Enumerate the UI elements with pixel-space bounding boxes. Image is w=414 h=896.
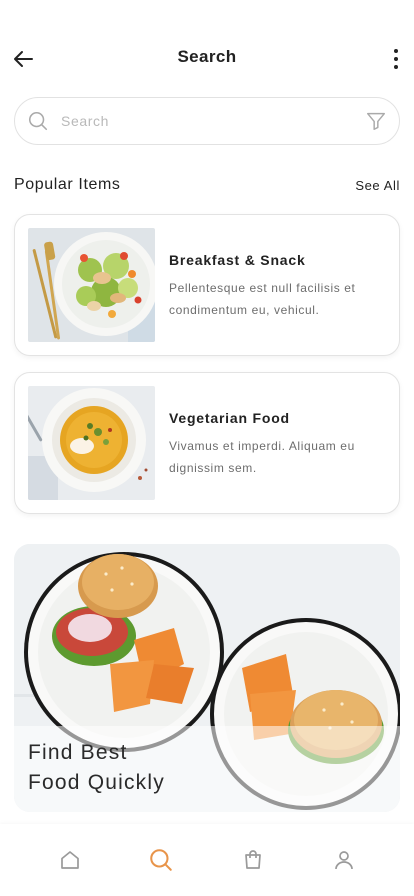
tab-cart[interactable] [225, 832, 281, 888]
section-title: Popular Items [14, 176, 121, 193]
promo-line-1: Find Best [28, 741, 128, 764]
card-title: Vegetarian Food [169, 410, 290, 426]
tab-search[interactable] [133, 832, 189, 888]
bottom-tab-bar [0, 824, 414, 896]
filter-icon[interactable] [365, 110, 387, 132]
search-icon [150, 849, 173, 871]
home-icon [60, 851, 79, 869]
salad-plate-photo [28, 228, 155, 342]
promo-line-2: Food Quickly [28, 771, 165, 794]
search-bar [14, 97, 400, 145]
popular-item-card[interactable]: Vegetarian Food Vivamus et imperdi. Aliq… [14, 372, 400, 514]
popular-item-card[interactable]: Breakfast & Snack Pellentesque est null … [14, 214, 400, 356]
user-icon [335, 851, 354, 870]
more-options-button[interactable] [384, 44, 408, 74]
soup-bowl-photo [28, 386, 155, 500]
page-title: Search [177, 47, 237, 66]
card-title: Breakfast & Snack [169, 252, 306, 268]
shopping-bag-icon [244, 850, 261, 869]
card-description: Pellentesque est null facilisis et condi… [169, 281, 356, 317]
more-vertical-icon [394, 49, 398, 53]
search-input[interactable] [61, 113, 365, 129]
more-dot [394, 65, 398, 69]
more-dot [394, 57, 398, 61]
card-description: Vivamus et imperdi. Aliquam eu dignissim… [169, 439, 355, 475]
search-icon [27, 110, 49, 132]
see-all-link[interactable]: See All [355, 178, 400, 193]
promo-headline: Find Best Food Quickly [28, 738, 165, 798]
top-bar: Search [0, 0, 414, 110]
popular-items-header: Popular Items See All [14, 175, 400, 195]
tab-profile[interactable] [316, 832, 372, 888]
tab-home[interactable] [42, 832, 98, 888]
promo-banner[interactable]: Find Best Food Quickly [14, 544, 400, 812]
